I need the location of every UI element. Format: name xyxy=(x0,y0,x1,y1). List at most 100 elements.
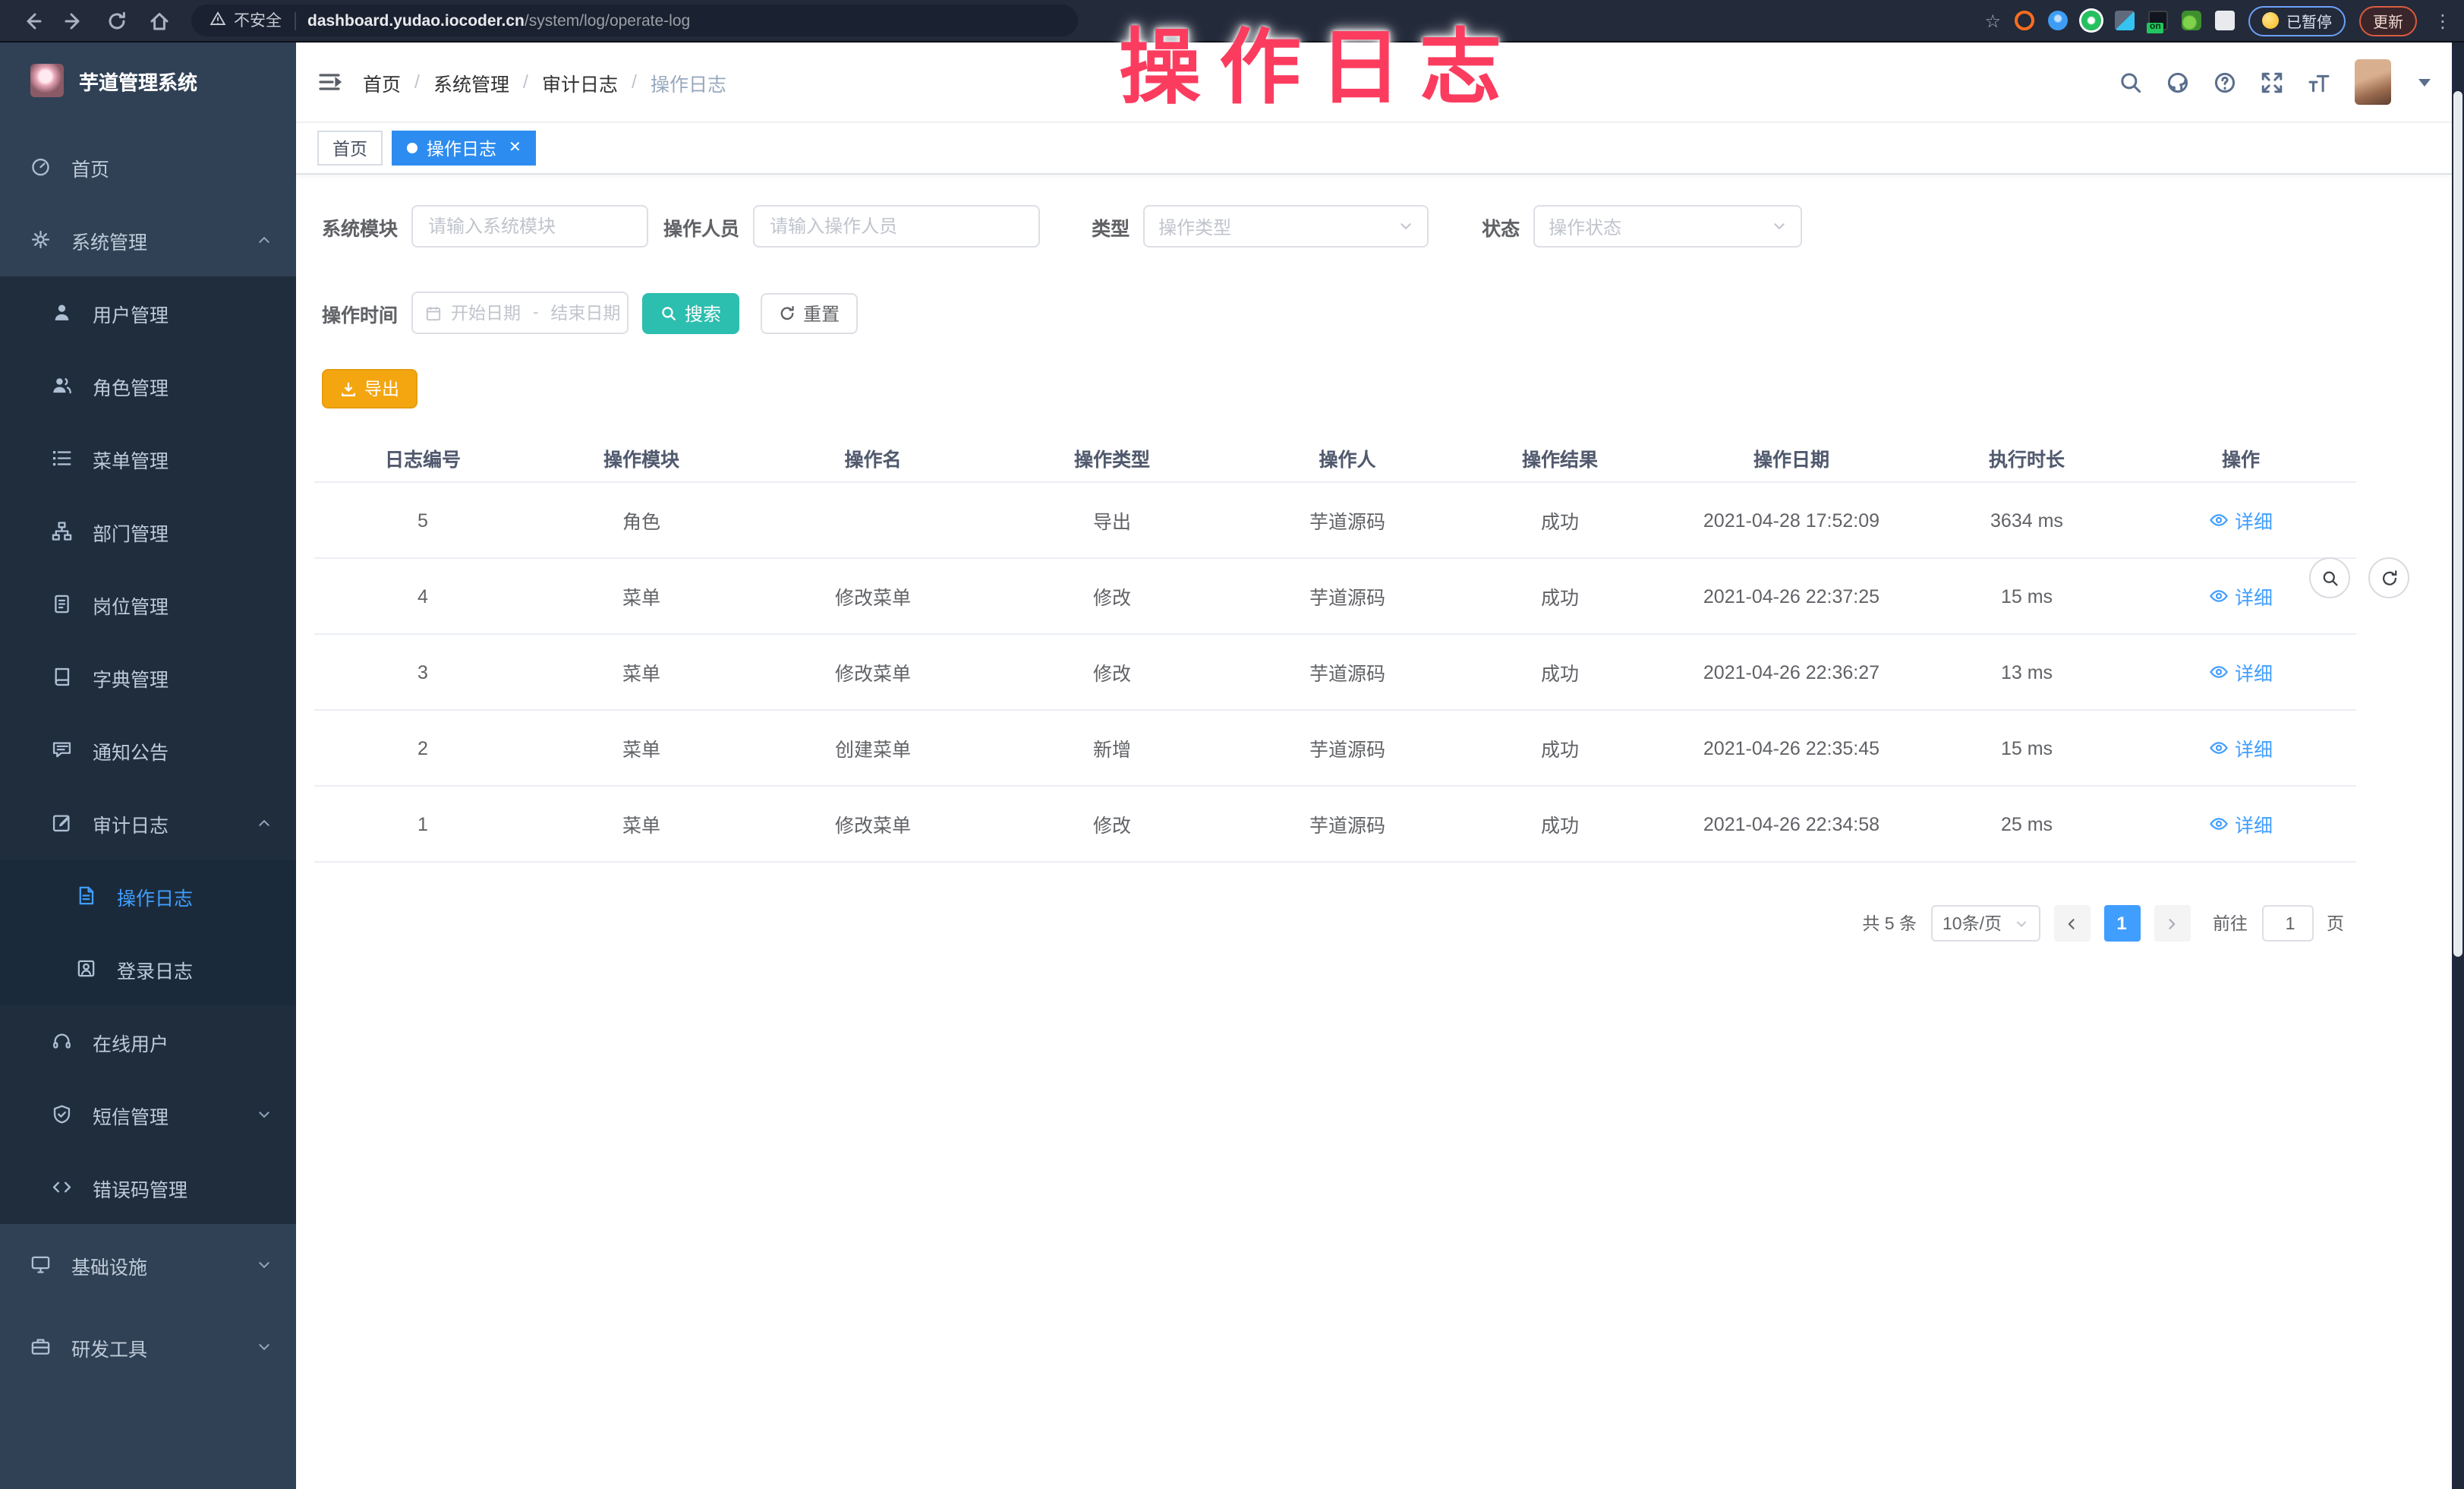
goto-page-input[interactable] xyxy=(2263,907,2317,943)
sidebar-item-role-mgmt[interactable]: 角色管理 xyxy=(0,349,296,422)
extension-icon-5[interactable]: on xyxy=(2148,11,2168,30)
url-separator xyxy=(294,11,295,30)
fullscreen-icon[interactable] xyxy=(2261,71,2283,93)
next-page-button[interactable] xyxy=(2154,905,2190,942)
tag-label: 操作日志 xyxy=(427,136,496,160)
operator-input[interactable] xyxy=(755,216,1038,237)
reset-button[interactable]: 重置 xyxy=(761,292,858,333)
avatar-caret-down-icon[interactable] xyxy=(2418,78,2431,86)
search-button[interactable]: 搜索 xyxy=(642,292,739,333)
col-date: 操作日期 xyxy=(1655,433,1928,482)
app-header: 首页/ 系统管理/ 审计日志/ 操作日志 xyxy=(296,43,2452,123)
cell-log-id: 4 xyxy=(314,558,531,634)
search-icon xyxy=(660,304,677,321)
cell-duration: 3634 ms xyxy=(1928,482,2125,558)
prev-page-button[interactable] xyxy=(2053,905,2090,942)
extension-icon-6[interactable] xyxy=(2182,11,2201,30)
sidebar-item-menu-mgmt[interactable]: 菜单管理 xyxy=(0,422,296,495)
cell-result: 成功 xyxy=(1465,710,1655,786)
cell-type: 修改 xyxy=(994,558,1230,634)
detail-link[interactable]: 详细 xyxy=(2209,506,2273,535)
status-select[interactable]: 操作状态 xyxy=(1533,205,1802,248)
detail-link[interactable]: 详细 xyxy=(2209,733,2273,762)
cell-name: 修改菜单 xyxy=(751,634,994,710)
bookmark-star-icon[interactable]: ☆ xyxy=(1984,10,2001,31)
cell-name: 修改菜单 xyxy=(751,786,994,862)
detail-link-label: 详细 xyxy=(2235,582,2273,610)
extension-icon-1[interactable] xyxy=(2015,11,2034,30)
sidebar-item-label: 首页 xyxy=(71,153,109,181)
refresh-button[interactable] xyxy=(2368,557,2409,598)
browser-menu-icon[interactable]: ⋮ xyxy=(2434,10,2452,31)
sidebar-item-label: 部门管理 xyxy=(93,517,169,546)
status-label: 状态 xyxy=(1482,212,1520,241)
detail-link[interactable]: 详细 xyxy=(2209,809,2273,838)
app-window: 芋道管理系统 首页 系统管理 用户管理 角色管理 xyxy=(0,43,2452,1489)
update-button[interactable]: 更新 xyxy=(2359,5,2417,36)
update-label: 更新 xyxy=(2373,9,2403,32)
forward-icon[interactable] xyxy=(64,10,85,31)
hide-search-button[interactable] xyxy=(2309,557,2350,598)
page-scrollbar xyxy=(2452,43,2464,1489)
sidebar-item-online-users[interactable]: 在线用户 xyxy=(0,1005,296,1078)
login-log-icon xyxy=(76,959,100,980)
extension-icon-4[interactable] xyxy=(2115,11,2135,30)
table-row: 1 菜单 修改菜单 修改 芋道源码 成功 2021-04-26 22:34:58… xyxy=(314,786,2356,862)
extensions-puzzle-icon[interactable] xyxy=(2215,11,2235,30)
page-size-select[interactable]: 10条/页 xyxy=(1930,905,2040,942)
breadcrumb-current: 操作日志 xyxy=(651,68,726,96)
sidebar-item-dict-mgmt[interactable]: 字典管理 xyxy=(0,641,296,714)
browser-toolbar: 不安全 dashboard.yudao.iocoder.cn/system/lo… xyxy=(0,0,2464,43)
sidebar-item-home[interactable]: 首页 xyxy=(0,131,296,203)
tag-operate-log[interactable]: 操作日志 ✕ xyxy=(392,131,537,166)
profile-paused-chip[interactable]: 已暂停 xyxy=(2248,5,2346,36)
home-icon[interactable] xyxy=(149,10,170,31)
reload-icon[interactable] xyxy=(106,10,128,31)
user-avatar[interactable] xyxy=(2355,59,2391,105)
page-number-current[interactable]: 1 xyxy=(2103,905,2140,942)
detail-link-label: 详细 xyxy=(2235,658,2273,686)
breadcrumb: 首页/ 系统管理/ 审计日志/ 操作日志 xyxy=(363,68,726,96)
date-range-picker[interactable]: 开始日期 - 结束日期 xyxy=(411,292,629,334)
sidebar-item-notice[interactable]: 通知公告 xyxy=(0,714,296,787)
cell-date: 2021-04-26 22:34:58 xyxy=(1655,786,1928,862)
type-select[interactable]: 操作类型 xyxy=(1143,205,1429,248)
search-icon[interactable] xyxy=(2119,71,2142,93)
font-size-icon[interactable] xyxy=(2308,71,2330,93)
sidebar-item-user-mgmt[interactable]: 用户管理 xyxy=(0,276,296,349)
tag-home[interactable]: 首页 xyxy=(317,131,383,166)
breadcrumb-home[interactable]: 首页 xyxy=(363,68,401,96)
breadcrumb-system[interactable]: 系统管理 xyxy=(433,68,509,96)
sidebar-item-infrastructure[interactable]: 基础设施 xyxy=(0,1224,296,1306)
collapse-sidebar-icon[interactable] xyxy=(317,70,342,94)
breadcrumb-audit[interactable]: 审计日志 xyxy=(542,68,618,96)
sidebar-item-dev-tools[interactable]: 研发工具 xyxy=(0,1306,296,1388)
sidebar-item-label: 操作日志 xyxy=(117,882,193,910)
sidebar-item-label: 字典管理 xyxy=(93,663,169,692)
extension-icon-2[interactable] xyxy=(2048,11,2068,30)
col-action: 操作 xyxy=(2125,433,2356,482)
detail-link[interactable]: 详细 xyxy=(2209,582,2273,610)
cell-log-id: 5 xyxy=(314,482,531,558)
help-icon[interactable] xyxy=(2214,71,2236,93)
sidebar-item-dept-mgmt[interactable]: 部门管理 xyxy=(0,495,296,568)
back-icon[interactable] xyxy=(21,10,43,31)
github-icon[interactable] xyxy=(2166,71,2189,93)
sidebar-item-operate-log[interactable]: 操作日志 xyxy=(0,860,296,932)
cell-date: 2021-04-26 22:37:25 xyxy=(1655,558,1928,634)
sidebar-item-post-mgmt[interactable]: 岗位管理 xyxy=(0,568,296,641)
sidebar-item-login-log[interactable]: 登录日志 xyxy=(0,932,296,1005)
module-input[interactable] xyxy=(413,216,647,237)
export-button[interactable]: 导出 xyxy=(322,369,417,409)
extension-icon-3[interactable] xyxy=(2081,11,2101,30)
sidebar-item-system-mgmt[interactable]: 系统管理 xyxy=(0,203,296,276)
address-bar[interactable]: 不安全 dashboard.yudao.iocoder.cn/system/lo… xyxy=(191,5,1078,36)
sidebar-item-sms-mgmt[interactable]: 短信管理 xyxy=(0,1078,296,1151)
close-icon[interactable]: ✕ xyxy=(509,140,521,156)
detail-link[interactable]: 详细 xyxy=(2209,658,2273,686)
scrollbar-thumb[interactable] xyxy=(2453,91,2462,957)
cell-result: 成功 xyxy=(1465,558,1655,634)
sidebar-item-audit-log[interactable]: 审计日志 xyxy=(0,787,296,860)
app-logo-row[interactable]: 芋道管理系统 xyxy=(0,43,296,118)
sidebar-item-error-code[interactable]: 错误码管理 xyxy=(0,1151,296,1224)
